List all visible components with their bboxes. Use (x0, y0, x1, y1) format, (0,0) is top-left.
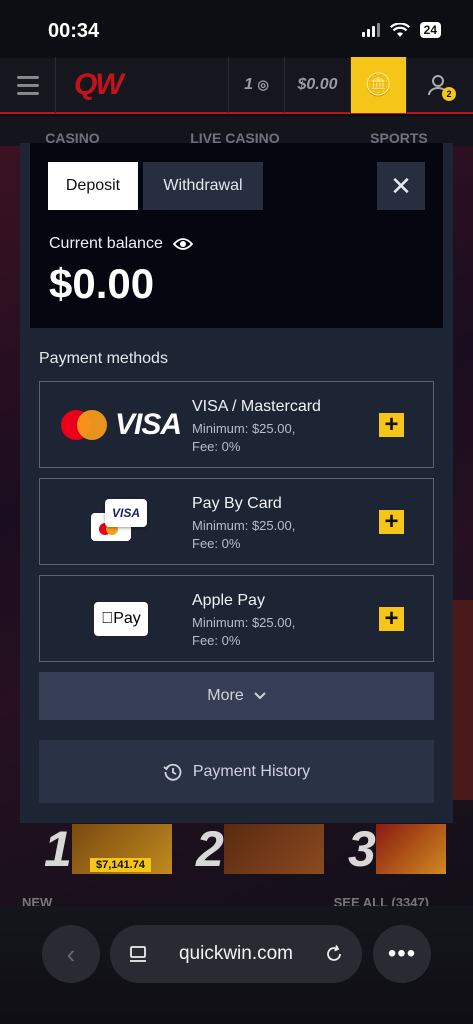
payment-history-label: Payment History (192, 762, 311, 780)
current-balance-value: $0.00 (49, 260, 155, 307)
visa-icon: VISA (114, 407, 182, 441)
wifi-icon (389, 22, 410, 37)
deposit-modal: Deposit Withdrawal ✕ Current balance $0.… (20, 143, 453, 823)
url-text: quickwin.com (178, 943, 294, 964)
rank-prize: $7,141.74 (90, 858, 151, 872)
modal-header: Deposit Withdrawal ✕ Current balance $0.… (30, 143, 443, 328)
rank-tile[interactable] (224, 824, 324, 874)
hamburger-menu-icon[interactable] (0, 57, 56, 113)
history-icon (163, 763, 182, 781)
rank-number: 1 (44, 821, 72, 877)
user-notification-badge: 2 (442, 87, 456, 101)
cards-icon: VISA (91, 498, 151, 545)
add-icon[interactable]: + (379, 413, 404, 437)
header-balance[interactable]: $0.00 (284, 57, 350, 113)
site-nav: CASINO LIVE CASINO SPORTS (0, 116, 473, 146)
more-label: More (207, 687, 244, 704)
top-wins-row: 1 $7,141.74 2 3 (0, 818, 473, 880)
background-art (453, 600, 473, 800)
payment-method-fee: Fee: 0% (192, 536, 241, 551)
tab-withdrawal[interactable]: Withdrawal (143, 162, 263, 210)
battery-icon: 24 (419, 22, 441, 38)
status-bar: 00:34 24 (0, 0, 473, 58)
payment-method-info: Apple Pay Minimum: $25.00, Fee: 0% (192, 592, 295, 650)
payment-method-visa-mastercard[interactable]: VISA VISA / Mastercard Minimum: $25.00, … (39, 381, 434, 468)
rank-tile[interactable]: $7,141.74 (72, 824, 172, 874)
payment-method-fee: Fee: 0% (192, 439, 241, 454)
chevron-down-icon (254, 692, 266, 700)
tab-deposit[interactable]: Deposit (48, 162, 138, 210)
close-icon: ✕ (390, 170, 412, 201)
site-logo[interactable]: QW (56, 57, 228, 113)
payment-method-pay-by-card[interactable]: VISA Pay By Card Minimum: $25.00, Fee: 0… (39, 478, 434, 565)
more-options-icon[interactable]: ••• (373, 925, 431, 983)
payment-method-info: Pay By Card Minimum: $25.00, Fee: 0% (192, 495, 295, 553)
payment-method-name: Apple Pay (192, 592, 265, 609)
status-icons: 24 (361, 22, 441, 38)
visa-mastercard-logo: VISA (58, 382, 184, 467)
close-button[interactable]: ✕ (377, 162, 425, 210)
payment-history-button[interactable]: Payment History (39, 740, 434, 803)
payment-method-apple-pay[interactable]: Pay Apple Pay Minimum: $25.00, Fee: 0% … (39, 575, 434, 662)
chevron-left-icon: ‹ (66, 938, 76, 969)
eye-icon[interactable] (172, 237, 193, 251)
address-bar[interactable]: quickwin.com (110, 925, 362, 983)
pay-by-card-logo: VISA (58, 479, 184, 564)
page-settings-icon (130, 946, 146, 962)
add-icon[interactable]: + (379, 510, 404, 534)
rank-tile[interactable] (376, 824, 446, 874)
coins-icon[interactable]: 🪙 (350, 57, 406, 113)
payment-method-minimum: Minimum: $25.00, (192, 421, 296, 436)
rank-number: 3 (348, 821, 376, 877)
apple-pay-icon: Pay (93, 600, 149, 637)
payment-method-info: VISA / Mastercard Minimum: $25.00, Fee: … (192, 398, 321, 456)
payment-method-name: VISA / Mastercard (192, 398, 321, 415)
mastercard-icon (60, 409, 107, 440)
add-icon[interactable]: + (379, 607, 404, 631)
rank-number: 2 (196, 821, 224, 877)
apple-pay-logo: Pay (58, 576, 184, 661)
level-coin-icon: ◎ (257, 77, 269, 92)
site-header: QW 1 ◎ $0.00 🪙 2 (0, 57, 473, 114)
signal-icon (361, 23, 380, 37)
payment-method-minimum: Minimum: $25.00, (192, 615, 296, 630)
level-indicator[interactable]: 1 ◎ (228, 57, 284, 113)
payment-methods-title: Payment methods (39, 350, 168, 367)
reload-icon[interactable] (324, 944, 344, 964)
balance-label-text: Current balance (49, 235, 163, 252)
browser-toolbar: ‹ quickwin.com ••• (0, 906, 473, 1024)
payment-method-name: Pay By Card (192, 495, 282, 512)
payment-method-fee: Fee: 0% (192, 633, 241, 648)
payment-method-minimum: Minimum: $25.00, (192, 518, 296, 533)
user-icon[interactable]: 2 (406, 57, 468, 113)
back-button[interactable]: ‹ (42, 925, 100, 983)
status-time: 00:34 (48, 20, 100, 42)
current-balance-label: Current balance (49, 235, 193, 253)
more-button[interactable]: More (39, 672, 434, 720)
